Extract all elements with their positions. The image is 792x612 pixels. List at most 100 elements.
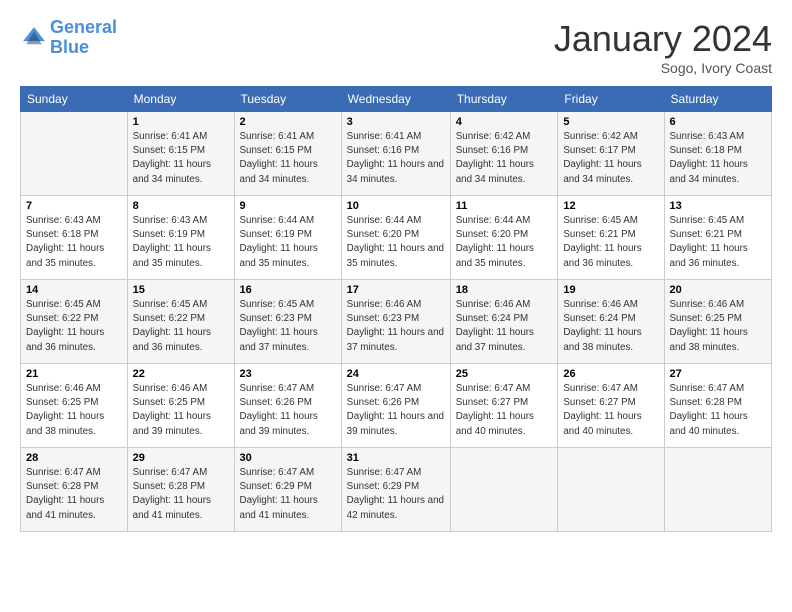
calendar-cell (450, 448, 558, 532)
day-info: Sunrise: 6:46 AMSunset: 6:23 PMDaylight:… (347, 298, 445, 355)
logo: General Blue (20, 18, 117, 58)
day-number: 24 (347, 368, 445, 380)
col-header-monday: Monday (127, 87, 234, 112)
day-info: Sunrise: 6:47 AMSunset: 6:26 PMDaylight:… (347, 382, 445, 439)
calendar-cell: 26 Sunrise: 6:47 AMSunset: 6:27 PMDaylig… (558, 364, 664, 448)
calendar-cell: 20 Sunrise: 6:46 AMSunset: 6:25 PMDaylig… (664, 280, 771, 364)
day-number: 20 (670, 284, 766, 296)
day-info: Sunrise: 6:45 AMSunset: 6:22 PMDaylight:… (26, 298, 122, 355)
day-info: Sunrise: 6:43 AMSunset: 6:18 PMDaylight:… (670, 130, 766, 187)
calendar-cell (664, 448, 771, 532)
title-area: January 2024 Sogo, Ivory Coast (554, 18, 772, 76)
calendar-cell: 1 Sunrise: 6:41 AMSunset: 6:15 PMDayligh… (127, 112, 234, 196)
day-number: 16 (240, 284, 336, 296)
calendar-cell: 10 Sunrise: 6:44 AMSunset: 6:20 PMDaylig… (341, 196, 450, 280)
day-number: 31 (347, 452, 445, 464)
calendar-cell: 6 Sunrise: 6:43 AMSunset: 6:18 PMDayligh… (664, 112, 771, 196)
calendar-cell: 23 Sunrise: 6:47 AMSunset: 6:26 PMDaylig… (234, 364, 341, 448)
day-number: 4 (456, 116, 553, 128)
day-number: 9 (240, 200, 336, 212)
day-info: Sunrise: 6:46 AMSunset: 6:25 PMDaylight:… (26, 382, 122, 439)
calendar-cell: 21 Sunrise: 6:46 AMSunset: 6:25 PMDaylig… (21, 364, 128, 448)
calendar-cell: 15 Sunrise: 6:45 AMSunset: 6:22 PMDaylig… (127, 280, 234, 364)
calendar-cell: 31 Sunrise: 6:47 AMSunset: 6:29 PMDaylig… (341, 448, 450, 532)
day-number: 25 (456, 368, 553, 380)
calendar-cell: 30 Sunrise: 6:47 AMSunset: 6:29 PMDaylig… (234, 448, 341, 532)
day-info: Sunrise: 6:41 AMSunset: 6:15 PMDaylight:… (133, 130, 229, 187)
day-number: 18 (456, 284, 553, 296)
calendar-table: SundayMondayTuesdayWednesdayThursdayFrid… (20, 86, 772, 532)
week-row-0: 1 Sunrise: 6:41 AMSunset: 6:15 PMDayligh… (21, 112, 772, 196)
col-header-tuesday: Tuesday (234, 87, 341, 112)
month-title: January 2024 (554, 18, 772, 60)
day-number: 6 (670, 116, 766, 128)
header-row: SundayMondayTuesdayWednesdayThursdayFrid… (21, 87, 772, 112)
week-row-3: 21 Sunrise: 6:46 AMSunset: 6:25 PMDaylig… (21, 364, 772, 448)
day-info: Sunrise: 6:44 AMSunset: 6:20 PMDaylight:… (347, 214, 445, 271)
day-info: Sunrise: 6:47 AMSunset: 6:29 PMDaylight:… (240, 466, 336, 523)
day-info: Sunrise: 6:47 AMSunset: 6:28 PMDaylight:… (26, 466, 122, 523)
day-info: Sunrise: 6:47 AMSunset: 6:27 PMDaylight:… (563, 382, 658, 439)
day-number: 2 (240, 116, 336, 128)
calendar-cell: 9 Sunrise: 6:44 AMSunset: 6:19 PMDayligh… (234, 196, 341, 280)
day-info: Sunrise: 6:43 AMSunset: 6:19 PMDaylight:… (133, 214, 229, 271)
calendar-cell: 29 Sunrise: 6:47 AMSunset: 6:28 PMDaylig… (127, 448, 234, 532)
week-row-1: 7 Sunrise: 6:43 AMSunset: 6:18 PMDayligh… (21, 196, 772, 280)
day-info: Sunrise: 6:46 AMSunset: 6:24 PMDaylight:… (456, 298, 553, 355)
logo-text: General Blue (50, 18, 117, 58)
day-info: Sunrise: 6:44 AMSunset: 6:19 PMDaylight:… (240, 214, 336, 271)
col-header-saturday: Saturday (664, 87, 771, 112)
day-info: Sunrise: 6:47 AMSunset: 6:27 PMDaylight:… (456, 382, 553, 439)
day-info: Sunrise: 6:45 AMSunset: 6:23 PMDaylight:… (240, 298, 336, 355)
col-header-thursday: Thursday (450, 87, 558, 112)
day-info: Sunrise: 6:47 AMSunset: 6:26 PMDaylight:… (240, 382, 336, 439)
day-number: 26 (563, 368, 658, 380)
calendar-cell: 18 Sunrise: 6:46 AMSunset: 6:24 PMDaylig… (450, 280, 558, 364)
day-info: Sunrise: 6:46 AMSunset: 6:25 PMDaylight:… (133, 382, 229, 439)
day-number: 12 (563, 200, 658, 212)
day-info: Sunrise: 6:44 AMSunset: 6:20 PMDaylight:… (456, 214, 553, 271)
day-number: 23 (240, 368, 336, 380)
calendar-cell: 16 Sunrise: 6:45 AMSunset: 6:23 PMDaylig… (234, 280, 341, 364)
day-number: 30 (240, 452, 336, 464)
calendar-cell: 13 Sunrise: 6:45 AMSunset: 6:21 PMDaylig… (664, 196, 771, 280)
calendar-cell: 28 Sunrise: 6:47 AMSunset: 6:28 PMDaylig… (21, 448, 128, 532)
header: General Blue January 2024 Sogo, Ivory Co… (20, 18, 772, 76)
col-header-sunday: Sunday (21, 87, 128, 112)
day-info: Sunrise: 6:43 AMSunset: 6:18 PMDaylight:… (26, 214, 122, 271)
calendar-cell: 4 Sunrise: 6:42 AMSunset: 6:16 PMDayligh… (450, 112, 558, 196)
day-info: Sunrise: 6:45 AMSunset: 6:21 PMDaylight:… (670, 214, 766, 271)
calendar-cell: 24 Sunrise: 6:47 AMSunset: 6:26 PMDaylig… (341, 364, 450, 448)
calendar-cell: 12 Sunrise: 6:45 AMSunset: 6:21 PMDaylig… (558, 196, 664, 280)
day-number: 10 (347, 200, 445, 212)
calendar-cell: 3 Sunrise: 6:41 AMSunset: 6:16 PMDayligh… (341, 112, 450, 196)
week-row-4: 28 Sunrise: 6:47 AMSunset: 6:28 PMDaylig… (21, 448, 772, 532)
calendar-cell: 8 Sunrise: 6:43 AMSunset: 6:19 PMDayligh… (127, 196, 234, 280)
day-info: Sunrise: 6:46 AMSunset: 6:24 PMDaylight:… (563, 298, 658, 355)
subtitle: Sogo, Ivory Coast (554, 60, 772, 76)
calendar-cell (21, 112, 128, 196)
day-number: 8 (133, 200, 229, 212)
calendar-cell (558, 448, 664, 532)
calendar-cell: 11 Sunrise: 6:44 AMSunset: 6:20 PMDaylig… (450, 196, 558, 280)
day-info: Sunrise: 6:47 AMSunset: 6:28 PMDaylight:… (133, 466, 229, 523)
day-number: 1 (133, 116, 229, 128)
day-number: 15 (133, 284, 229, 296)
col-header-friday: Friday (558, 87, 664, 112)
day-number: 3 (347, 116, 445, 128)
day-number: 11 (456, 200, 553, 212)
calendar-cell: 14 Sunrise: 6:45 AMSunset: 6:22 PMDaylig… (21, 280, 128, 364)
day-info: Sunrise: 6:42 AMSunset: 6:16 PMDaylight:… (456, 130, 553, 187)
calendar-cell: 7 Sunrise: 6:43 AMSunset: 6:18 PMDayligh… (21, 196, 128, 280)
day-number: 19 (563, 284, 658, 296)
calendar-cell: 27 Sunrise: 6:47 AMSunset: 6:28 PMDaylig… (664, 364, 771, 448)
page: General Blue January 2024 Sogo, Ivory Co… (0, 0, 792, 612)
day-info: Sunrise: 6:47 AMSunset: 6:28 PMDaylight:… (670, 382, 766, 439)
day-number: 27 (670, 368, 766, 380)
day-info: Sunrise: 6:45 AMSunset: 6:22 PMDaylight:… (133, 298, 229, 355)
day-number: 29 (133, 452, 229, 464)
day-number: 21 (26, 368, 122, 380)
col-header-wednesday: Wednesday (341, 87, 450, 112)
logo-icon (20, 24, 48, 52)
calendar-cell: 2 Sunrise: 6:41 AMSunset: 6:15 PMDayligh… (234, 112, 341, 196)
